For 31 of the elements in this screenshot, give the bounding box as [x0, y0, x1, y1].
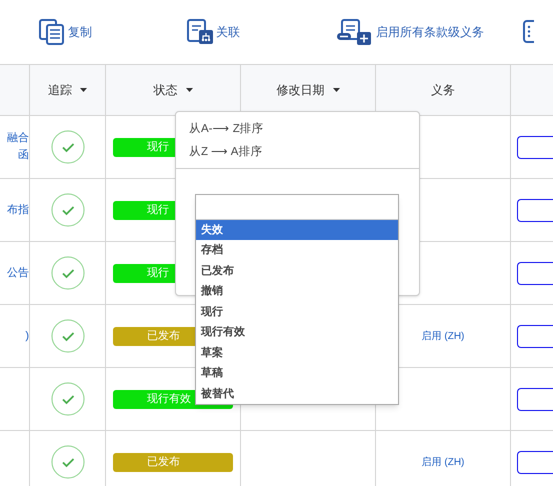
filter-option[interactable]: 失效 — [196, 220, 398, 240]
outlined-button[interactable] — [517, 388, 553, 410]
outlined-button[interactable] — [517, 136, 553, 158]
toolbar-button[interactable]: 复制 — [68, 23, 92, 41]
column-header[interactable]: 修改日期 — [276, 81, 340, 99]
title-link[interactable]: 公告 — [7, 264, 29, 282]
column-header[interactable]: 追踪 — [48, 81, 87, 99]
filter-option[interactable]: 草稿 — [196, 363, 398, 384]
title-link[interactable]: 布指 — [7, 202, 29, 218]
toolbar-button[interactable]: 启用所有条款级义务 — [376, 23, 484, 41]
outlined-button[interactable] — [517, 324, 553, 348]
outlined-button[interactable] — [517, 450, 553, 474]
status-badge: 已发布 — [113, 452, 233, 472]
document-plus-minus-icon — [336, 18, 374, 46]
outlined-button[interactable] — [517, 262, 553, 284]
outlined-button[interactable] — [517, 198, 553, 222]
title-link[interactable]: ) — [25, 328, 29, 344]
grid-document-icon — [522, 18, 534, 46]
filter-option[interactable]: 草案 — [196, 342, 398, 363]
title-link[interactable]: 融合 — [7, 130, 29, 147]
enable-link[interactable]: 启用 (ZH) — [422, 454, 464, 470]
document-hierarchy-icon — [186, 18, 214, 46]
filter-option[interactable]: 存档 — [196, 240, 398, 260]
copy-icon — [38, 18, 66, 46]
filter-option[interactable]: 现行 — [196, 302, 398, 322]
filter-option[interactable]: 撤销 — [196, 281, 398, 302]
toolbar-button[interactable]: 关联 — [216, 23, 240, 41]
column-header[interactable]: 状态 — [154, 81, 192, 99]
enable-link[interactable]: 启用 (ZH) — [422, 328, 464, 344]
column-header[interactable]: 义务 — [431, 81, 455, 99]
title-link[interactable]: 函 — [18, 147, 29, 164]
